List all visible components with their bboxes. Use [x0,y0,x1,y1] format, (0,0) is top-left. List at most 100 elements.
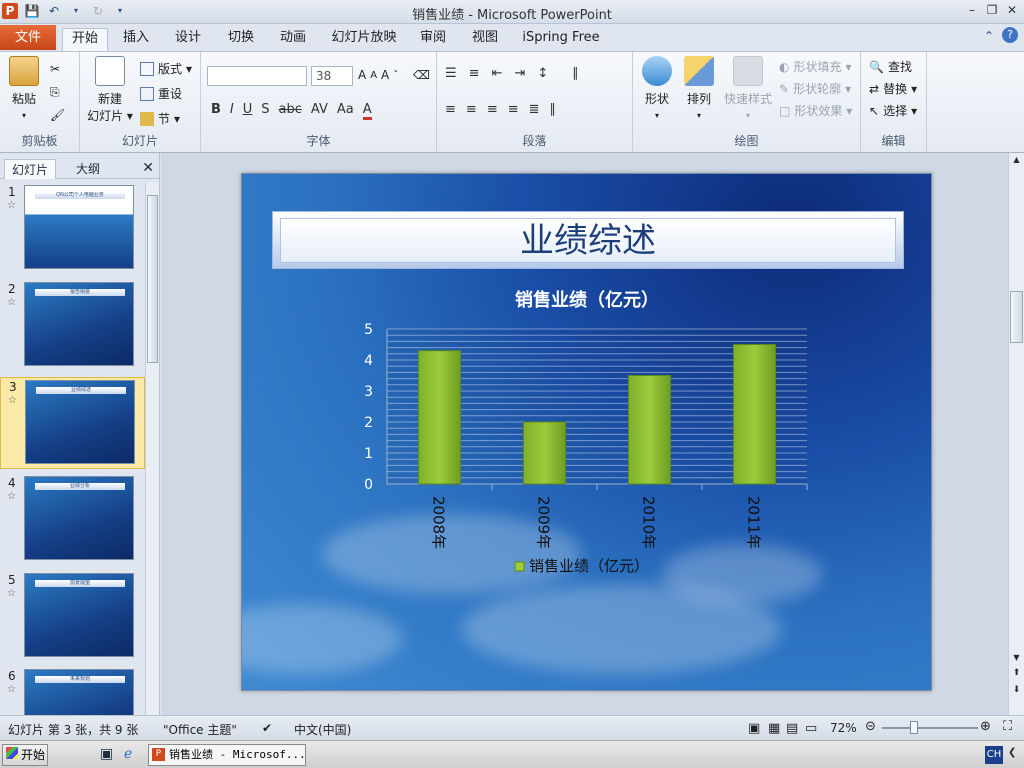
pane-scrollbar[interactable] [145,183,159,715]
slide-thumbnail[interactable]: 1 ☆ QN公司个人电脑业务 ——销售业绩报告 [0,183,145,275]
line-spacing-icon[interactable]: ↕ [537,66,548,81]
align-center-icon[interactable]: ≡ [466,102,477,117]
shrink-font-icon[interactable]: Aˇ [381,68,398,82]
tab-slides[interactable]: 幻灯片 [4,159,56,179]
shape-effects-button[interactable]: □ 形状效果 ▾ [779,102,852,119]
underline-button[interactable]: U [243,102,253,120]
slide[interactable]: 业绩综述 0 1 2 3 4 5 销售业绩（亿元） 2008年 2009年 2010年 2011年销… [241,173,932,691]
undo-icon[interactable]: ↶ [46,3,62,19]
tab-home[interactable]: 开始 [62,28,108,51]
browser-icon[interactable]: ℯ [124,746,132,762]
canvas-scrollbar[interactable]: ▲ ▼ ⬆ ⬇ [1008,153,1024,715]
fit-slide-icon[interactable]: ⛶ [1003,719,1012,734]
slideshow-view-icon[interactable]: ▭ [805,721,817,736]
tray-expand-icon[interactable]: ❮ [1008,747,1016,758]
layout-button[interactable]: 版式 ▾ [140,60,192,77]
canvas-scroll-thumb[interactable] [1010,291,1023,343]
decrease-indent-icon[interactable]: ⇤ [492,66,503,81]
align-right-icon[interactable]: ≡ [487,102,498,117]
tab-slideshow[interactable]: 幻灯片放映 [327,28,401,51]
new-slide-button[interactable]: 新建 幻灯片 ▾ [86,56,134,124]
shadow-button[interactable]: S [261,102,269,120]
increase-indent-icon[interactable]: ⇥ [514,66,525,81]
sales-chart[interactable]: 012345销售业绩（亿元）2008年 2009年 2010年 2011年销售业绩（亿… [242,174,932,691]
desktop-icon[interactable]: ▣ [100,746,113,762]
replace-button[interactable]: ⇄ 替换 ▾ [869,80,917,97]
theme-name[interactable]: "Office 主题" [163,721,237,738]
reset-button[interactable]: 重设 [140,85,182,102]
zoom-slider-thumb[interactable] [910,721,918,734]
slide-thumbnail[interactable]: 3 ☆ 业绩综述 [0,377,145,469]
font-size-field[interactable]: 38 [311,66,353,86]
powerpoint-app-icon[interactable]: P [2,3,18,19]
restore-icon[interactable]: ❐ [984,2,1000,18]
tab-review[interactable]: 审阅 [413,28,453,51]
section-button[interactable]: 节 ▾ [140,110,180,127]
paste-button[interactable]: 粘贴 ▾ [6,56,42,121]
strikethrough-button[interactable]: abc [279,102,302,120]
copy-icon[interactable]: ⎘ [50,85,60,100]
change-case-button[interactable]: Aa [337,102,354,120]
close-pane-icon[interactable]: ✕ [142,160,154,176]
arrange-button[interactable]: 排列 ▾ [681,56,717,121]
justify-icon[interactable]: ≡ [508,102,519,117]
scroll-up-icon[interactable]: ▲ [1009,155,1024,164]
help-icon[interactable]: ? [1002,27,1018,43]
taskbar-powerpoint-task[interactable]: P 销售业绩 - Microsof... [148,744,306,766]
format-painter-icon[interactable]: 🖌 [50,108,65,122]
language[interactable]: 中文(中国) [294,721,351,738]
quick-styles-button[interactable]: 快速样式 ▾ [721,56,775,121]
bold-button[interactable]: B [211,102,221,120]
clear-format-icon[interactable]: ⌫ [413,68,430,82]
find-button[interactable]: 🔍 查找 [869,58,912,75]
zoom-out-icon[interactable]: ⊝ [865,719,876,734]
redo-icon[interactable]: ↻ [90,3,106,19]
bullets-icon[interactable]: ☰ [445,66,457,81]
zoom-in-icon[interactable]: ⊕ [980,719,991,734]
tab-transitions[interactable]: 切换 [221,28,261,51]
numbering-icon[interactable]: ≡ [469,66,480,81]
zoom-level[interactable]: 72% [830,721,857,735]
align-left-icon[interactable]: ≡ [445,102,456,117]
zoom-slider[interactable] [882,727,978,729]
tab-insert[interactable]: 插入 [116,28,156,51]
shape-outline-button[interactable]: ✎ 形状轮廓 ▾ [779,80,851,97]
spellcheck-icon[interactable]: ✔ [262,721,272,735]
shape-fill-button[interactable]: ◐ 形状填充 ▾ [779,58,852,75]
ime-indicator[interactable]: CH [985,746,1003,764]
slide-thumbnail[interactable]: 4 ☆ 业绩分析 [0,474,145,566]
tab-view[interactable]: 视图 [465,28,505,51]
close-icon[interactable]: ✕ [1004,2,1020,18]
pane-scroll-thumb[interactable] [147,195,158,363]
tab-ispring[interactable]: iSpring Free [521,28,601,51]
slide-thumbnail[interactable]: 5 ☆ 前景展望 [0,571,145,663]
italic-button[interactable]: I [230,102,234,120]
collapse-ribbon-icon[interactable]: ⌃ [984,29,994,43]
font-color-button[interactable]: A [362,102,372,120]
columns-icon[interactable]: ∥ [572,66,579,81]
start-button[interactable]: 开始 [2,744,48,766]
distributed-icon[interactable]: ≣ [529,102,540,117]
slide-sorter-icon[interactable]: ▦ [768,721,780,736]
font-name-field[interactable] [207,66,307,86]
select-button[interactable]: ↖ 选择 ▾ [869,102,917,119]
shapes-button[interactable]: 形状 ▾ [639,56,675,121]
undo-dropdown-icon[interactable]: ▾ [68,3,84,19]
next-slide-icon[interactable]: ⬇ [1009,685,1024,695]
reading-view-icon[interactable]: ▤ [786,721,798,736]
tab-animations[interactable]: 动画 [273,28,313,51]
scroll-down-icon[interactable]: ▼ [1009,653,1024,662]
column-icon[interactable]: ∥ [550,102,557,117]
customize-toolbar-icon[interactable]: ▾ [112,3,128,19]
minimize-icon[interactable]: – [964,2,980,18]
slide-thumbnail[interactable]: 2 ☆ 报告纲要 [0,280,145,372]
grow-font-icon[interactable]: AA [358,68,377,82]
tab-outline[interactable]: 大纲 [62,159,114,179]
cut-icon[interactable]: ✂ [50,62,60,76]
prev-slide-icon[interactable]: ⬆ [1009,668,1024,678]
save-icon[interactable]: 💾 [24,3,40,19]
tab-design[interactable]: 设计 [168,28,208,51]
tab-file[interactable]: 文件 [0,25,56,50]
normal-view-icon[interactable]: ▣ [748,721,760,736]
char-spacing-button[interactable]: AV [311,102,328,120]
